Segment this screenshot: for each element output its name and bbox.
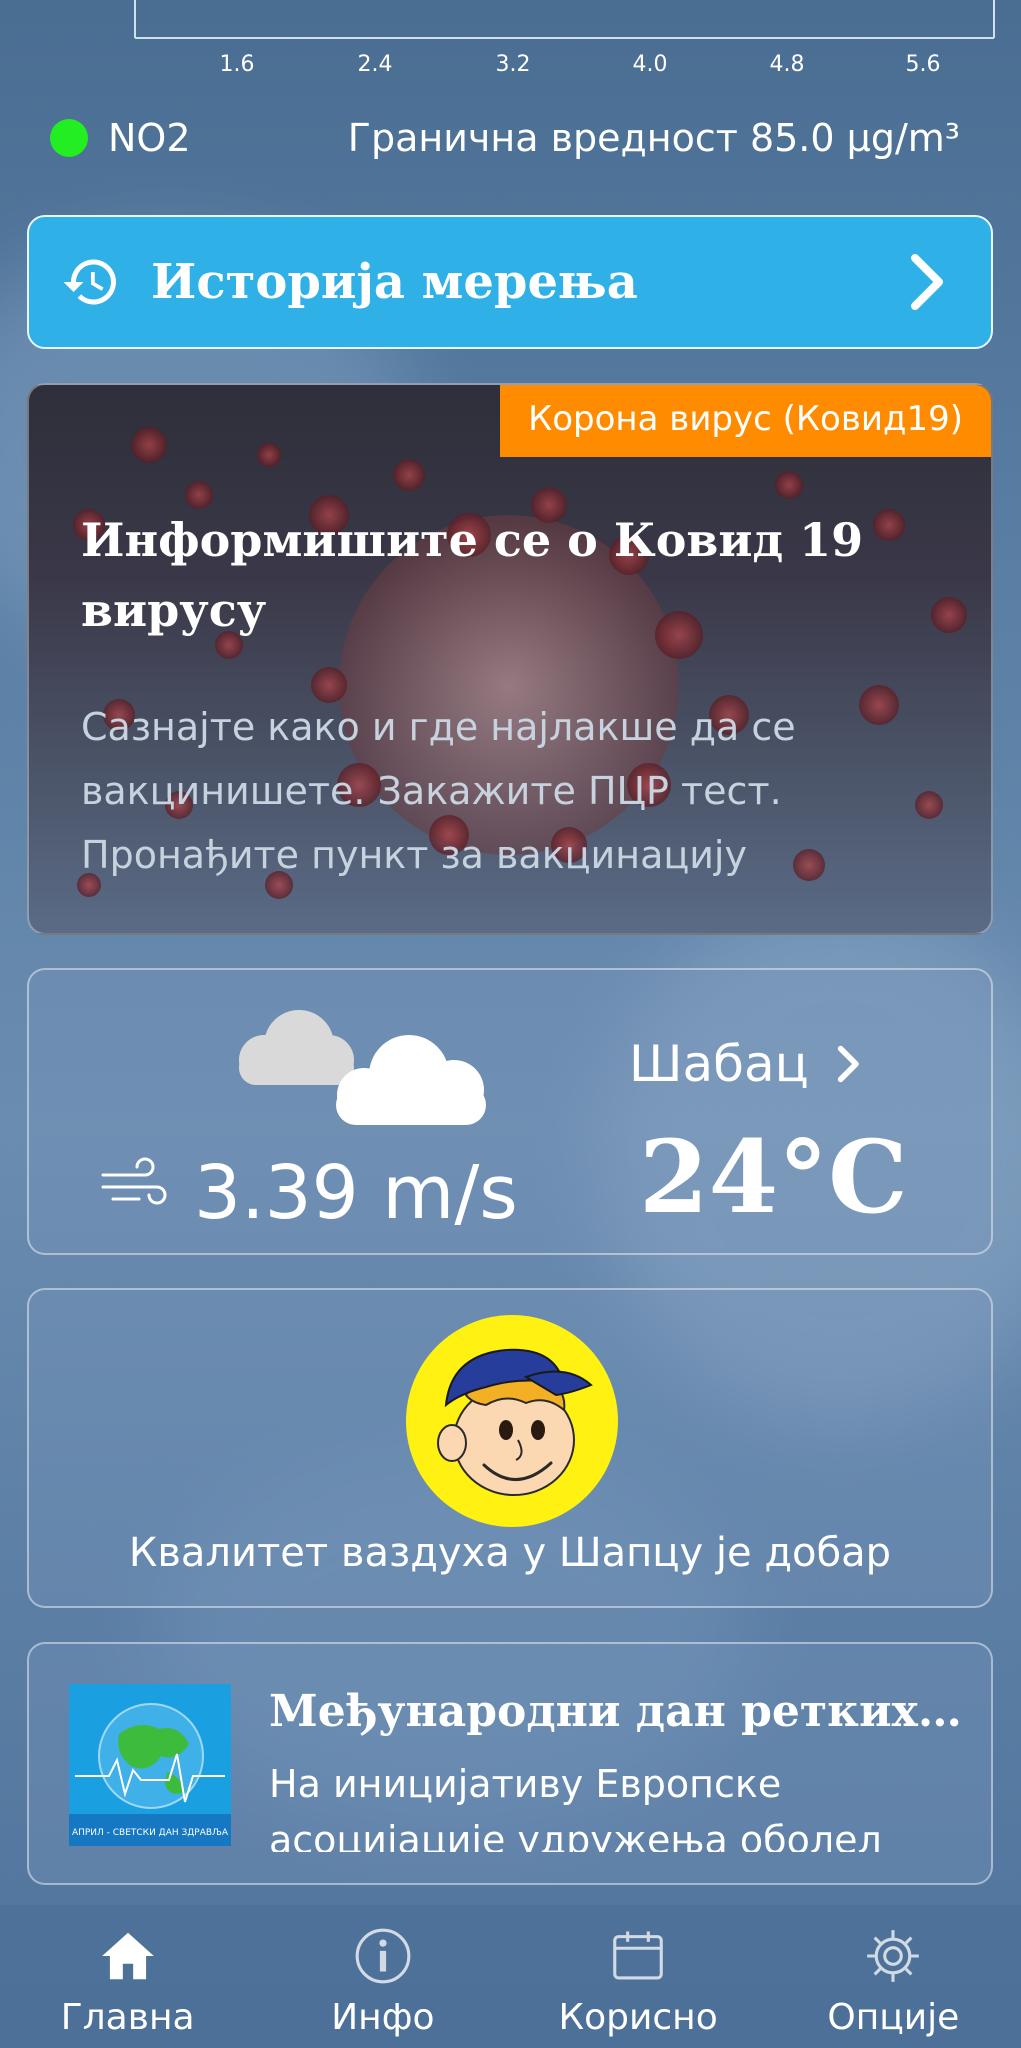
nav-item-info[interactable]: Инфо — [255, 1905, 510, 2048]
mascot-icon — [406, 1315, 618, 1527]
gear-icon — [867, 1930, 920, 1982]
pollutant-row: NO2 Гранична вредност 85.0 µg/m³ — [50, 110, 960, 166]
thumbnail-caption: АПРИЛ - СВЕТСКИ ДАН ЗДРАВЉА — [72, 1828, 229, 1838]
info-icon — [355, 1928, 411, 1984]
chevron-right-icon — [911, 254, 943, 310]
status-dot — [50, 119, 88, 157]
wind-speed: 3.39 m/s — [194, 1150, 518, 1236]
city-name: Шабац — [629, 1035, 809, 1093]
nav-label: Инфо — [331, 1997, 435, 2038]
history-button-label: Историја мерења — [151, 254, 638, 310]
covid-description: Сазнајте како и где најлакше да се вакци… — [81, 705, 796, 877]
wind-icon — [101, 1157, 167, 1205]
weather-card[interactable]: 3.39 m/s Шабац 24°C — [27, 968, 993, 1255]
nav-item-options[interactable]: Опције — [766, 1905, 1021, 2048]
covid-title: Информишите се о Ковид 19 вирусу — [81, 513, 864, 637]
axis-tick-label: 2.4 — [357, 52, 393, 77]
air-quality-card[interactable]: Квалитет ваздуха у Шапцу је добар — [27, 1288, 993, 1608]
nav-label: Главна — [60, 1997, 195, 2038]
axis-tick-label: 4.8 — [769, 52, 805, 77]
axis-tick-label: 3.2 — [495, 52, 531, 77]
nav-label: Опције — [827, 1997, 960, 2038]
axis-tick-label: 5.6 — [905, 52, 941, 77]
temperature: 24°C — [639, 1118, 908, 1236]
news-title: Међународни дан ретких… — [269, 1686, 962, 1737]
limit-value: Гранична вредност 85.0 µg/m³ — [347, 116, 960, 160]
city-selector[interactable]: Шабац — [629, 1035, 863, 1093]
chevron-right-icon — [837, 1045, 859, 1083]
bottom-navigation: Главна Инфо Корисно Опције — [0, 1905, 1021, 2048]
covid-info-card[interactable]: Корона вирус (Ковид19) Информишите се о … — [27, 383, 993, 935]
covid-badge: Корона вирус (Ковид19) — [500, 385, 991, 457]
home-icon — [101, 1932, 154, 1980]
chart-frame — [134, 0, 995, 39]
axis-tick-label: 4.0 — [632, 52, 668, 77]
news-thumbnail: АПРИЛ - СВЕТСКИ ДАН ЗДРАВЉА — [69, 1684, 231, 1846]
cloud-icon — [239, 1010, 486, 1125]
pollutant-name: NO2 — [108, 116, 191, 160]
news-excerpt: На иницијативу Европске асоцијације удру… — [269, 1762, 882, 1852]
axis-tick-label: 1.6 — [219, 52, 255, 77]
news-card[interactable]: АПРИЛ - СВЕТСКИ ДАН ЗДРАВЉА Међународни … — [27, 1642, 993, 1885]
nav-item-useful[interactable]: Корисно — [511, 1905, 766, 2048]
nav-label: Корисно — [558, 1997, 718, 2038]
nav-item-home[interactable]: Главна — [0, 1905, 255, 2048]
measurement-history-button[interactable]: Историја мерења — [27, 215, 993, 349]
history-icon — [63, 259, 116, 305]
air-quality-message: Квалитет ваздуха у Шапцу је добар — [128, 1530, 892, 1576]
chart-fragment: 1.6 2.4 3.2 4.0 4.8 5.6 — [0, 0, 1021, 95]
calendar-icon — [613, 1931, 663, 1980]
